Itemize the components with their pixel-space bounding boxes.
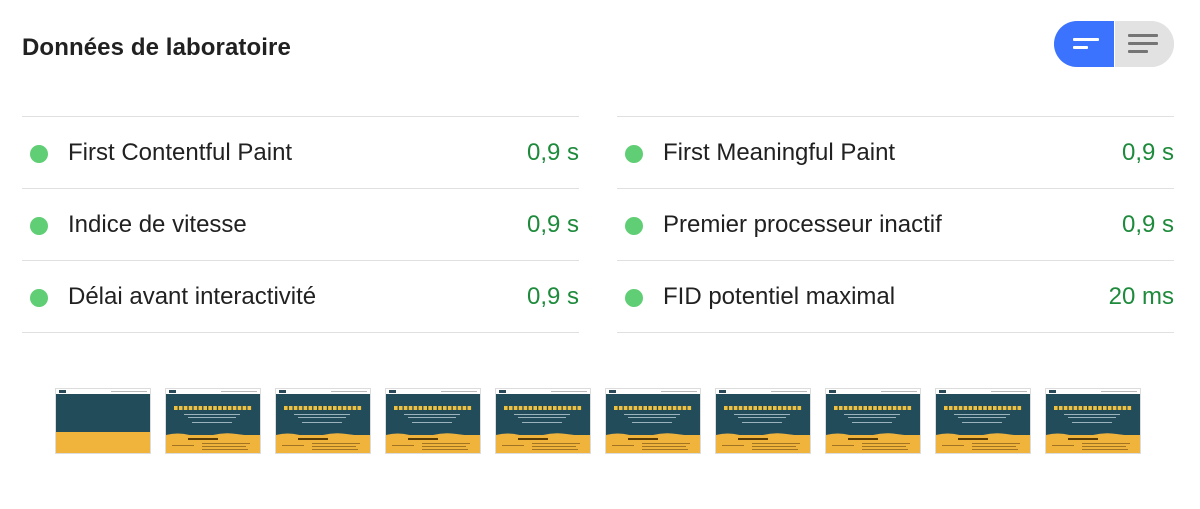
metric-value: 0,9 s xyxy=(1121,211,1174,238)
view-toggle[interactable] xyxy=(1054,21,1174,67)
filmstrip-frame xyxy=(715,388,811,454)
metric-label: First Meaningful Paint xyxy=(663,139,896,166)
status-good-icon xyxy=(625,289,643,307)
filmstrip-frame xyxy=(275,388,371,454)
metric-label: First Contentful Paint xyxy=(68,139,293,166)
status-good-icon xyxy=(625,217,643,235)
filmstrip xyxy=(55,388,1141,454)
metric-label: Premier processeur inactif xyxy=(663,211,942,238)
filmstrip-frame xyxy=(825,388,921,454)
metric-value: 0,9 s xyxy=(526,139,579,166)
metric-row: FID potentiel maximal 20 ms xyxy=(617,260,1174,333)
metric-value: 0,9 s xyxy=(526,211,579,238)
filmstrip-frame xyxy=(385,388,481,454)
filmstrip-frame xyxy=(1045,388,1141,454)
metric-label: Indice de vitesse xyxy=(68,211,247,238)
filmstrip-frame xyxy=(55,388,151,454)
metric-row: Premier processeur inactif 0,9 s xyxy=(617,188,1174,260)
status-good-icon xyxy=(30,289,48,307)
metric-value: 0,9 s xyxy=(1121,139,1174,166)
summary-view-button[interactable] xyxy=(1054,21,1114,67)
filmstrip-frame xyxy=(165,388,261,454)
metrics-column-left: First Contentful Paint 0,9 s Indice de v… xyxy=(22,116,579,333)
filmstrip-frame xyxy=(495,388,591,454)
metric-row: Délai avant interactivité 0,9 s xyxy=(22,260,579,333)
filmstrip-frame xyxy=(605,388,701,454)
metric-row: Indice de vitesse 0,9 s xyxy=(22,188,579,260)
status-good-icon xyxy=(30,145,48,163)
metric-value: 20 ms xyxy=(1108,283,1174,310)
status-good-icon xyxy=(625,145,643,163)
metrics-column-right: First Meaningful Paint 0,9 s Premier pro… xyxy=(617,116,1174,333)
metric-value: 0,9 s xyxy=(526,283,579,310)
metric-label: FID potentiel maximal xyxy=(663,283,896,310)
metric-label: Délai avant interactivité xyxy=(68,283,317,310)
detail-view-button[interactable] xyxy=(1114,21,1174,67)
section-title: Données de laboratoire xyxy=(22,34,291,61)
metric-row: First Contentful Paint 0,9 s xyxy=(22,116,579,188)
status-good-icon xyxy=(30,217,48,235)
filmstrip-frame xyxy=(935,388,1031,454)
metric-row: First Meaningful Paint 0,9 s xyxy=(617,116,1174,188)
